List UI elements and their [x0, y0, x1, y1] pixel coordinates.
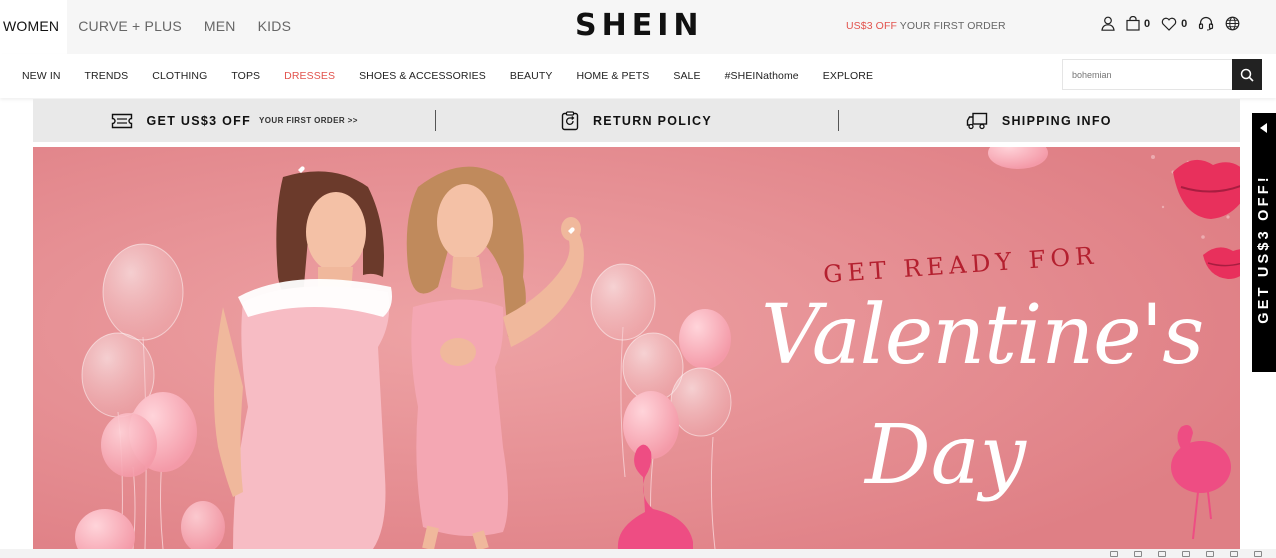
hero-banner[interactable]: GET READY FOR Valentine's Day — [33, 147, 1240, 549]
promo-highlight: US$3 OFF — [846, 20, 897, 32]
language-button[interactable] — [1225, 16, 1240, 31]
nav-item-explore[interactable]: EXPLORE — [811, 54, 885, 98]
search-icon — [1240, 68, 1254, 82]
search-button[interactable] — [1232, 59, 1262, 90]
wishlist-button[interactable]: 0 — [1161, 17, 1187, 31]
user-icon — [1101, 16, 1115, 31]
nav-item-tops[interactable]: TOPS — [219, 54, 272, 98]
main-nav: NEW IN TRENDS CLOTHING TOPS DRESSES SHOE… — [0, 54, 1276, 98]
heart-icon — [1161, 17, 1177, 31]
collapse-arrow-icon — [1260, 123, 1267, 133]
taskbar-icons — [1110, 551, 1276, 557]
top-bar: WOMEN CURVE + PLUS MEN KIDS SHEIN US$3 O… — [0, 0, 1276, 54]
nav-item-shoes-accessories[interactable]: SHOES & ACCESSORIES — [347, 54, 498, 98]
strip-item-return-policy[interactable]: RETURN POLICY — [435, 99, 837, 142]
nav-items: NEW IN TRENDS CLOTHING TOPS DRESSES SHOE… — [10, 54, 885, 98]
nav-item-sale[interactable]: SALE — [661, 54, 712, 98]
strip-item-shipping-info[interactable]: SHIPPING INFO — [837, 99, 1240, 142]
os-taskbar — [0, 549, 1276, 558]
search-bar — [1062, 59, 1262, 90]
shein-logo[interactable]: SHEIN — [575, 8, 703, 43]
tab-kids[interactable]: KIDS — [247, 0, 302, 54]
tray-icon[interactable] — [1134, 551, 1142, 557]
coupon-icon — [111, 113, 132, 128]
strip-item-coupon[interactable]: GET US$3 OFF YOUR FIRST ORDER >> — [33, 99, 435, 142]
top-promo-link[interactable]: US$3 OFF YOUR FIRST ORDER — [846, 20, 1006, 32]
shopping-bag-icon — [1126, 16, 1140, 31]
nav-item-dresses[interactable]: DRESSES — [272, 54, 347, 98]
nav-item-new-in[interactable]: NEW IN — [10, 54, 73, 98]
promo-text: YOUR FIRST ORDER — [896, 20, 1006, 32]
hero-subtitle: Day — [865, 408, 1026, 503]
nav-item-beauty[interactable]: BEAUTY — [498, 54, 565, 98]
nav-item-trends[interactable]: TRENDS — [73, 54, 141, 98]
strip-return-label: RETURN POLICY — [592, 113, 712, 128]
globe-icon — [1225, 16, 1240, 31]
tab-curve-plus[interactable]: CURVE + PLUS — [67, 0, 193, 54]
search-input[interactable] — [1062, 59, 1232, 90]
promo-strip: GET US$3 OFF YOUR FIRST ORDER >> RETURN … — [33, 99, 1240, 142]
tray-icon[interactable] — [1158, 551, 1166, 557]
strip-coupon-sub: YOUR FIRST ORDER >> — [259, 116, 358, 125]
tab-men[interactable]: MEN — [193, 0, 247, 54]
category-tabs: WOMEN CURVE + PLUS MEN KIDS — [0, 0, 302, 54]
tray-icon[interactable] — [1206, 551, 1214, 557]
header-icons: 0 0 — [1101, 16, 1251, 31]
tray-icon[interactable] — [1254, 551, 1262, 557]
support-button[interactable] — [1198, 16, 1214, 31]
hero-title: Valentine's — [761, 288, 1204, 383]
nav-item-sheinathome[interactable]: #SHEINathome — [713, 54, 811, 98]
tray-icon[interactable] — [1182, 551, 1190, 557]
side-coupon-label: GET US$3 OFF! — [1256, 174, 1272, 324]
account-button[interactable] — [1101, 16, 1115, 31]
strip-coupon-label: GET US$3 OFF — [146, 113, 252, 128]
nav-item-clothing[interactable]: CLOTHING — [140, 54, 219, 98]
return-icon — [561, 110, 579, 130]
nav-item-home-pets[interactable]: HOME & PETS — [564, 54, 661, 98]
strip-shipping-label: SHIPPING INFO — [1001, 113, 1112, 128]
tray-icon[interactable] — [1230, 551, 1238, 557]
tray-icon[interactable] — [1110, 551, 1118, 557]
tab-women[interactable]: WOMEN — [0, 0, 68, 54]
bag-count: 0 — [1144, 17, 1151, 30]
bag-button[interactable]: 0 — [1126, 16, 1150, 31]
wishlist-count: 0 — [1181, 17, 1188, 30]
headset-icon — [1199, 16, 1214, 31]
truck-icon — [966, 112, 988, 129]
side-coupon-tab[interactable]: GET US$3 OFF! — [1252, 113, 1276, 372]
